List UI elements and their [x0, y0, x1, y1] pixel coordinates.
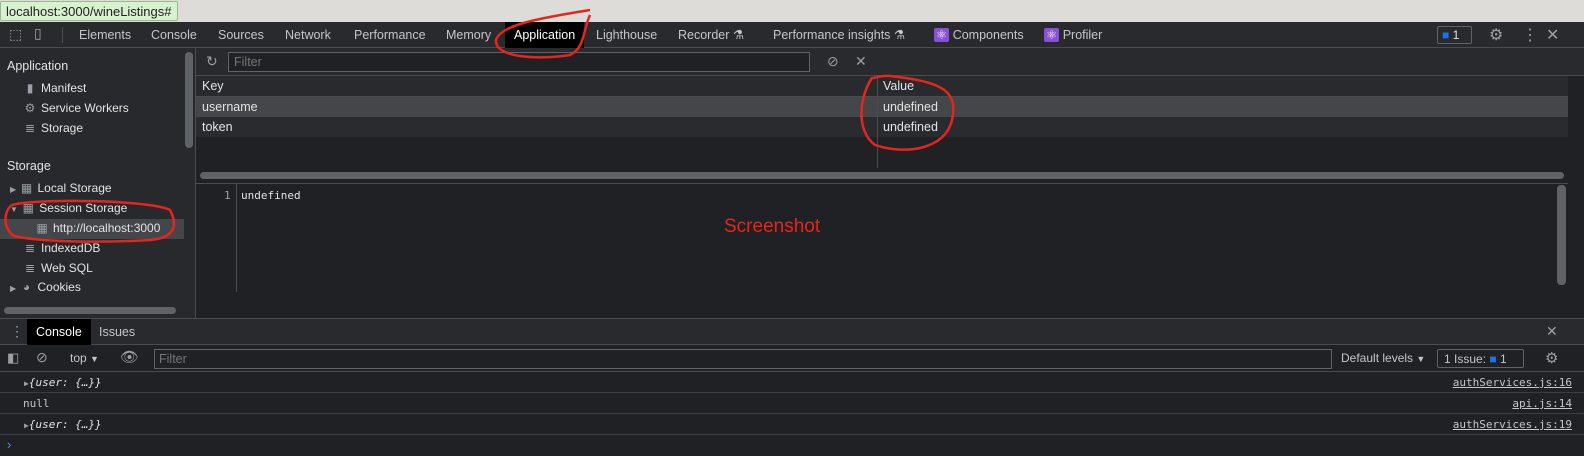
console-message[interactable]: null api.js:14: [0, 393, 1584, 414]
drawer-tab-issues[interactable]: Issues: [91, 319, 143, 345]
annotation-circle-session-storage: [4, 199, 176, 243]
message-text: ▶{user: {…}}: [24, 372, 102, 394]
issues-counter-button[interactable]: 1 Issue: ■ 1: [1437, 349, 1524, 368]
drawer-tabbar: ⋮ Console Issues ✕: [0, 319, 1584, 345]
context-selector[interactable]: top ▼: [70, 351, 99, 365]
console-toolbar: ◧ ⊘ top ▼ 👁 Default levels ▼ 1 Issue: ■ …: [0, 345, 1584, 372]
message-text: ▶{user: {…}}: [24, 414, 102, 436]
close-drawer-icon[interactable]: ✕: [1546, 323, 1558, 340]
drawer-menu-icon[interactable]: ⋮: [10, 323, 24, 340]
log-levels-dropdown[interactable]: Default levels ▼: [1341, 351, 1425, 365]
object-preview: {user: {…}}: [28, 418, 102, 431]
issues-count: 1: [1499, 352, 1507, 366]
dropdown-arrow-icon: ▼: [1416, 354, 1426, 364]
console-drawer: ⋮ Console Issues ✕ ◧ ⊘ top ▼ 👁 Default l…: [0, 318, 1584, 456]
annotation-circle-values: [860, 74, 955, 151]
console-settings-gear-icon[interactable]: ⚙: [1545, 349, 1558, 367]
drawer-tab-console[interactable]: Console: [27, 319, 91, 345]
sidebar-toggle-icon[interactable]: ◧: [7, 350, 19, 366]
console-message[interactable]: ▶{user: {…}} authServices.js:19: [0, 414, 1584, 435]
levels-label: Default levels: [1341, 351, 1414, 365]
message-text: null: [23, 397, 50, 410]
context-label: top: [70, 351, 87, 365]
issue-message-icon: ■: [1489, 352, 1497, 366]
issues-label: 1 Issue:: [1444, 352, 1487, 366]
source-link[interactable]: api.js:14: [1512, 393, 1572, 414]
console-filter-input[interactable]: [154, 349, 1332, 369]
annotation-circle-application-tab: [494, 8, 592, 59]
object-preview: {user: {…}}: [28, 376, 102, 389]
dropdown-arrow-icon: ▼: [90, 354, 99, 364]
clear-console-icon[interactable]: ⊘: [36, 349, 48, 366]
console-message[interactable]: ▶{user: {…}} authServices.js:16: [0, 372, 1584, 393]
console-prompt-icon[interactable]: ›: [7, 437, 11, 452]
live-expression-eye-icon[interactable]: 👁: [120, 348, 139, 366]
source-link[interactable]: authServices.js:16: [1453, 372, 1572, 393]
source-link[interactable]: authServices.js:19: [1453, 414, 1572, 435]
